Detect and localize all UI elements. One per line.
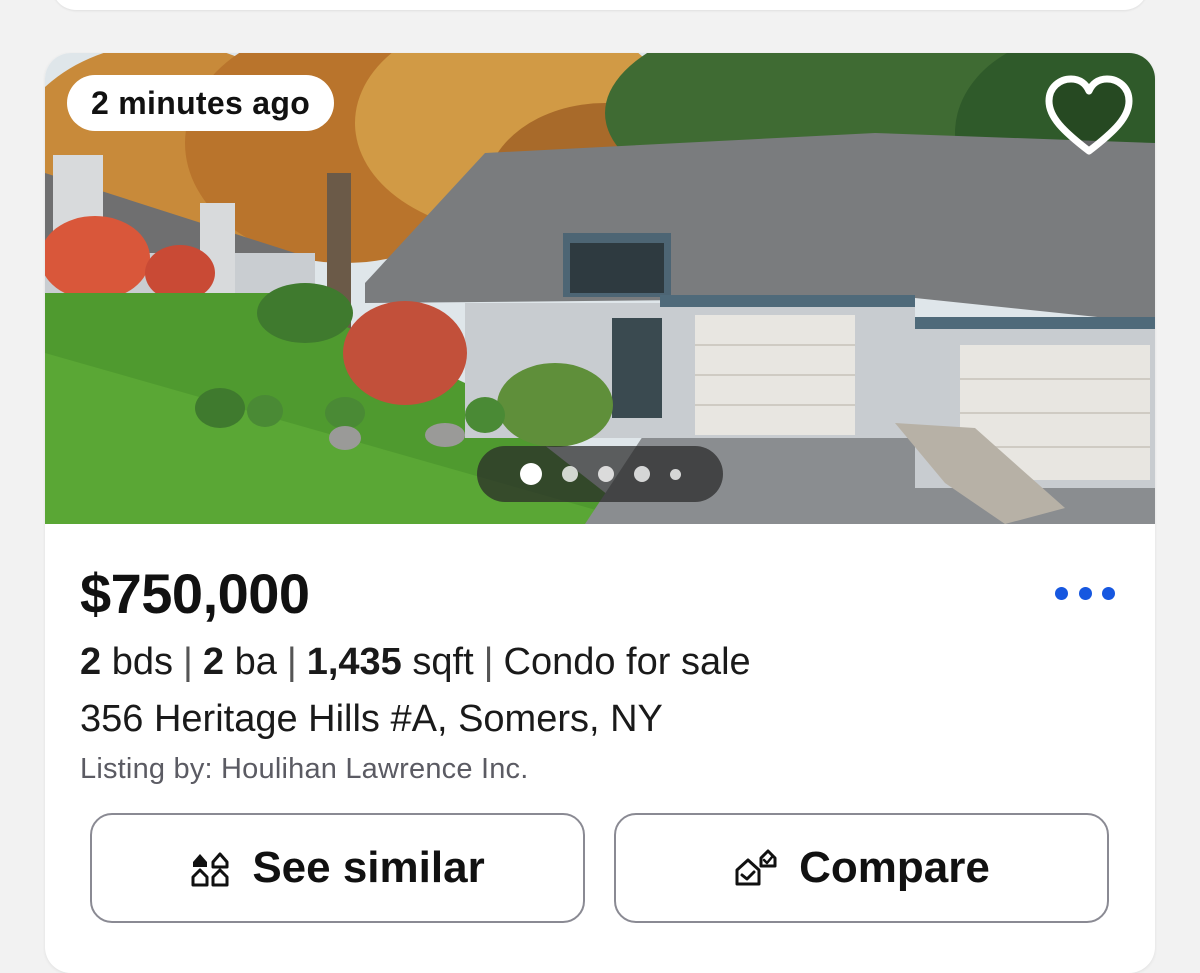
similar-homes-icon bbox=[191, 852, 229, 887]
previous-listing-card bbox=[52, 0, 1148, 10]
property-type: Condo for sale bbox=[503, 641, 751, 683]
listing-photo[interactable]: 2 minutes ago bbox=[45, 53, 1155, 524]
compare-label: Compare bbox=[799, 843, 990, 892]
carousel-dot-5[interactable] bbox=[669, 468, 681, 480]
carousel-dot-2[interactable] bbox=[561, 466, 578, 482]
facts-separator: | bbox=[286, 641, 297, 683]
carousel-dot-3[interactable] bbox=[597, 466, 614, 482]
compare-homes-icon bbox=[735, 849, 777, 886]
sqft-unit: sqft bbox=[412, 641, 474, 683]
baths-value: 2 bbox=[202, 641, 224, 683]
carousel-dot-1[interactable] bbox=[519, 463, 542, 485]
time-posted-badge: 2 minutes ago bbox=[67, 75, 335, 131]
more-dot bbox=[1055, 586, 1068, 600]
more-dot bbox=[1078, 586, 1092, 600]
compare-button[interactable]: Compare bbox=[614, 813, 1109, 923]
baths-unit: ba bbox=[234, 641, 277, 683]
listing-card[interactable]: 2 minutes ago $750,000 2 bds | 2 ba | 1,435 … bbox=[45, 53, 1155, 973]
facts-separator: | bbox=[182, 641, 193, 683]
more-options-icon[interactable] bbox=[1055, 581, 1115, 605]
favorite-heart-icon[interactable] bbox=[1043, 73, 1135, 159]
sqft-value: 1,435 bbox=[306, 641, 402, 683]
carousel-dot-4[interactable] bbox=[633, 466, 650, 482]
beds-unit: bds bbox=[111, 641, 173, 683]
facts-separator: | bbox=[483, 641, 494, 683]
listing-broker: Listing by: Houlihan Lawrence Inc. bbox=[80, 753, 529, 785]
photo-carousel-indicator[interactable] bbox=[477, 446, 723, 502]
listing-address[interactable]: 356 Heritage Hills #A, Somers, NY bbox=[80, 698, 663, 741]
listing-price: $750,000 bbox=[80, 562, 310, 625]
see-similar-label: See similar bbox=[252, 843, 485, 892]
beds-value: 2 bbox=[80, 641, 102, 683]
more-dot bbox=[1102, 586, 1115, 600]
see-similar-button[interactable]: See similar bbox=[90, 813, 585, 923]
listing-facts: 2 bds | 2 ba | 1,435 sqft | Condo for sale bbox=[80, 641, 751, 684]
